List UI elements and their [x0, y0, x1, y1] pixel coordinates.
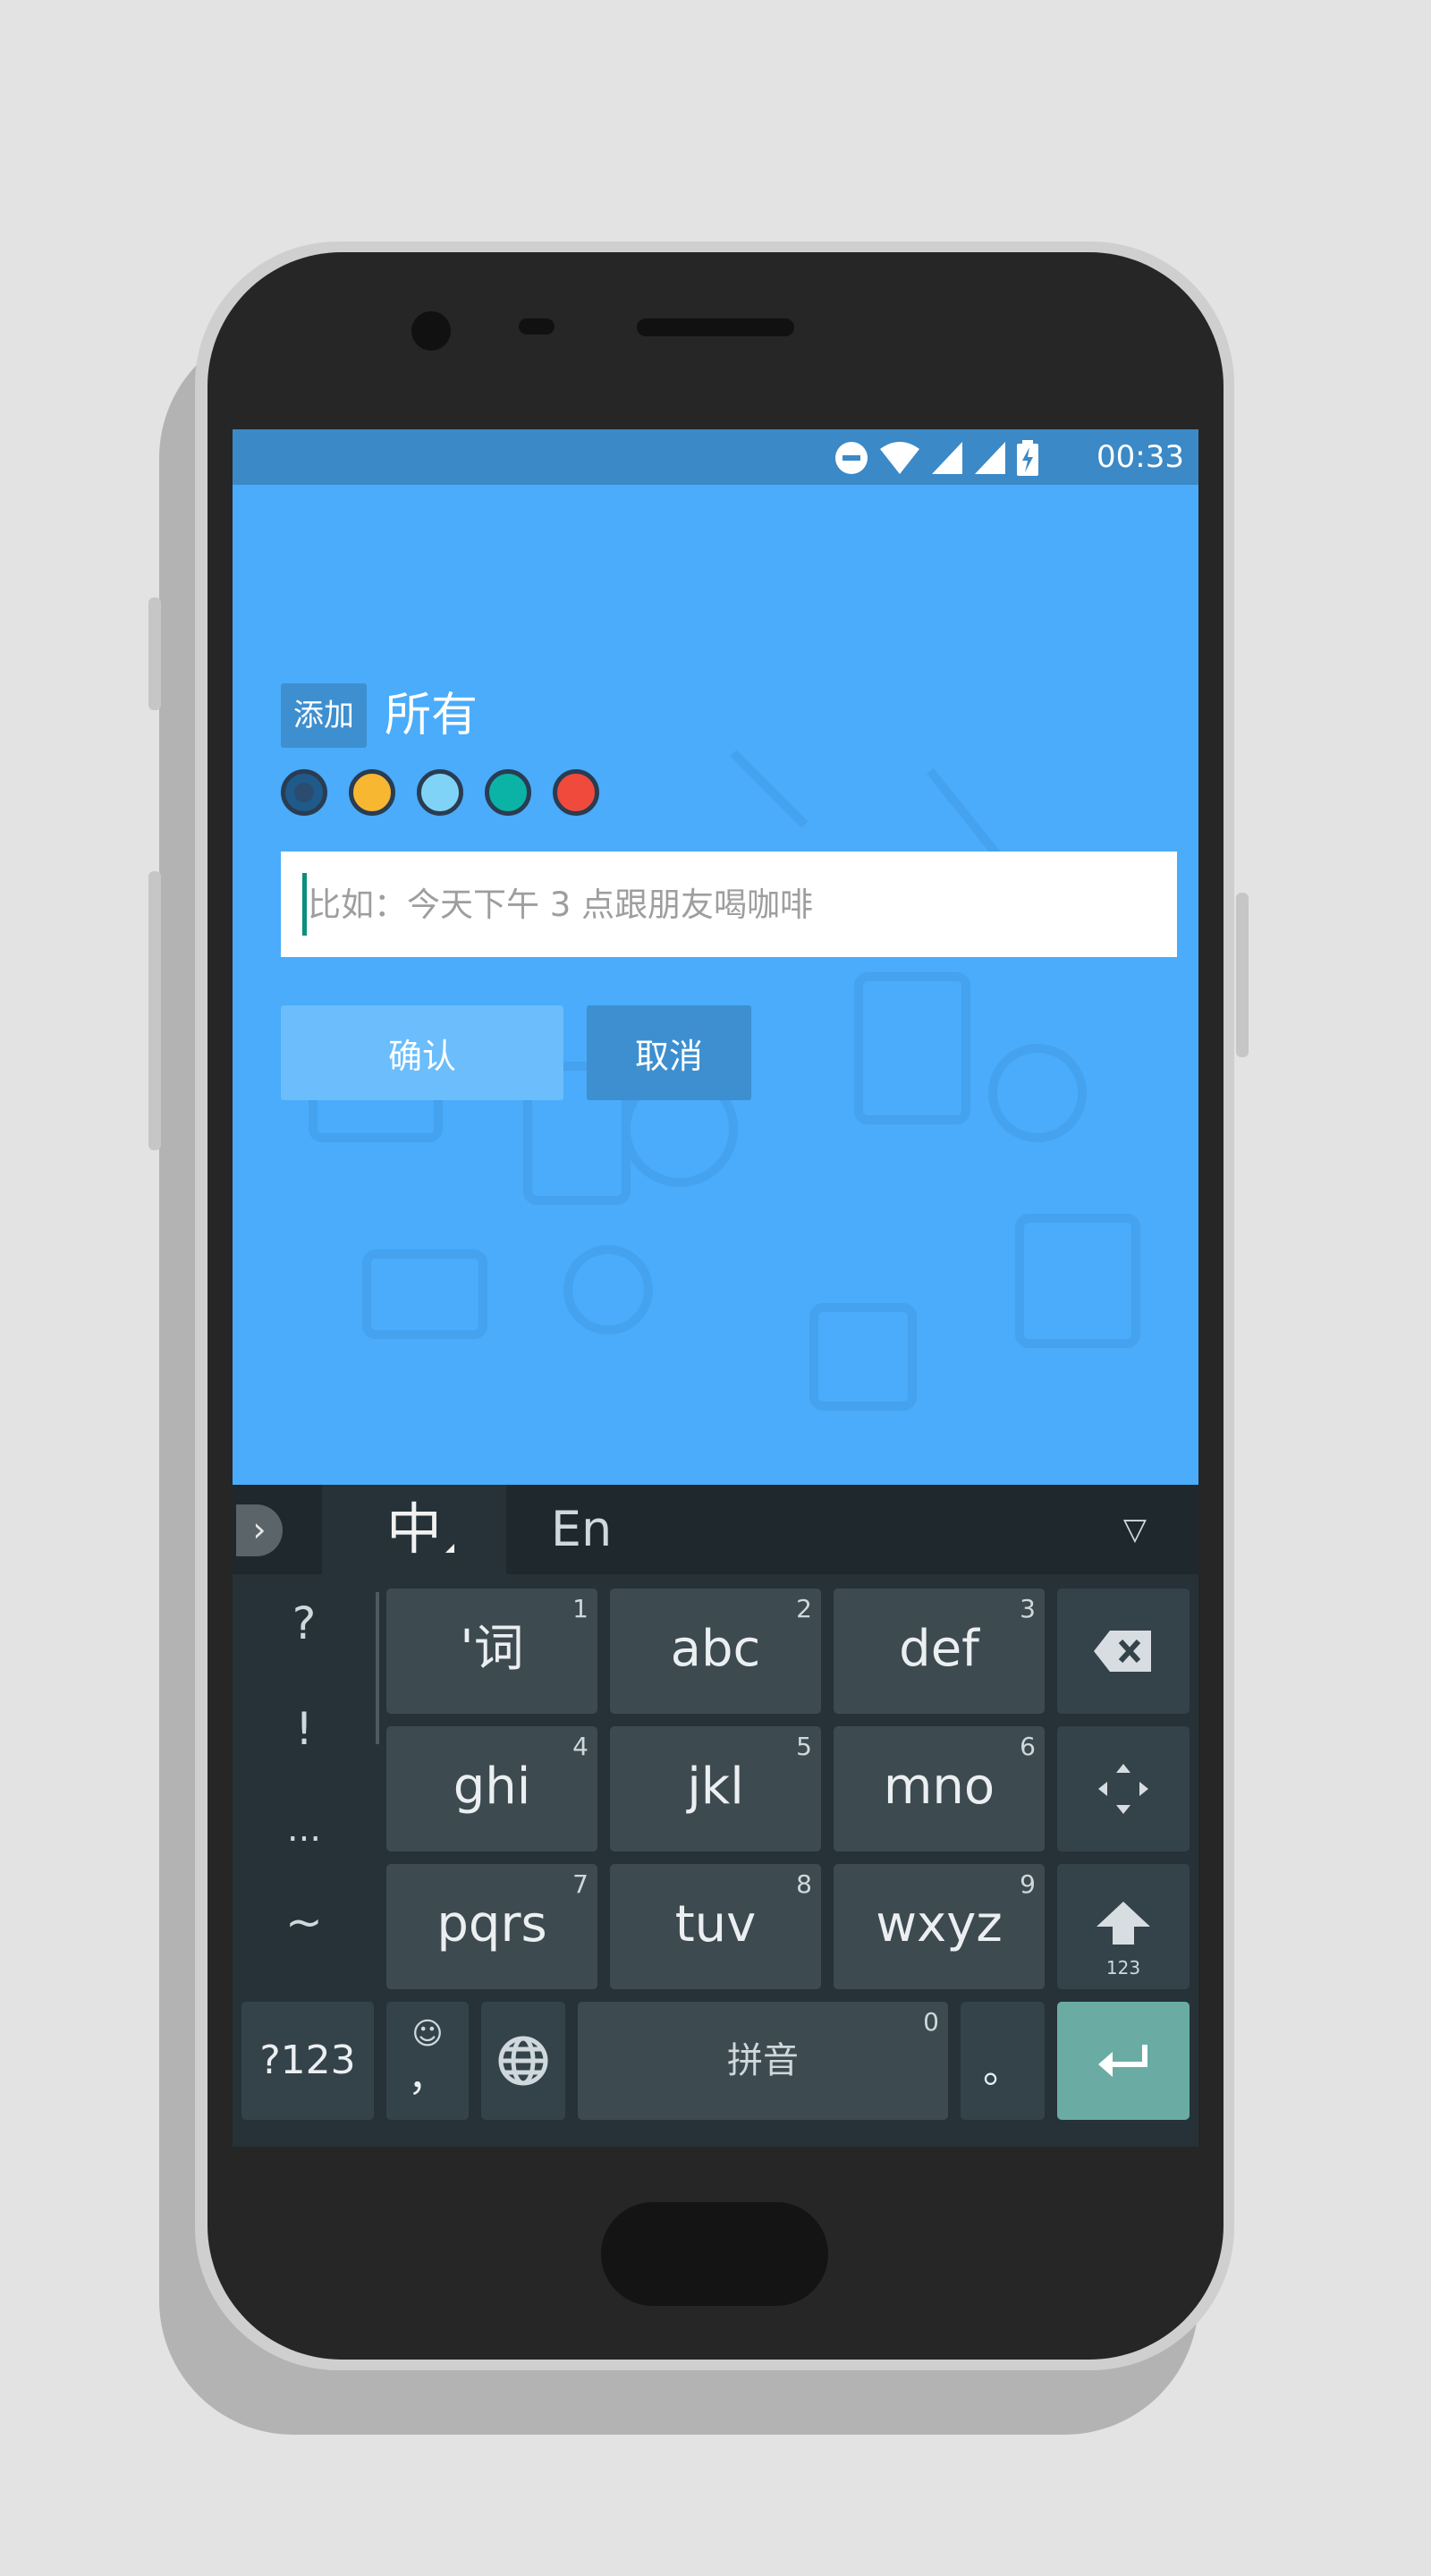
punct-ellipsis[interactable]: ... [233, 1809, 376, 1850]
space-label: 拼音 [727, 2040, 799, 2081]
backspace-icon [1094, 1631, 1151, 1672]
punct-question[interactable]: ? [233, 1597, 376, 1649]
key-number: 4 [572, 1732, 588, 1761]
corner-marker-icon [445, 1544, 454, 1553]
list-title: 所有 [385, 689, 478, 742]
space-number: 0 [923, 2007, 939, 2037]
key-number: 8 [796, 1869, 812, 1899]
globe-key[interactable] [481, 2002, 565, 2120]
text-cursor [302, 873, 307, 936]
cursor-move-key[interactable] [1057, 1726, 1190, 1852]
emoji-icon: ☺ [411, 2016, 444, 2052]
color-swatch-yellow[interactable] [349, 769, 395, 816]
status-icons [834, 440, 1039, 476]
emoji-comma-key[interactable]: ☺ ， [386, 2002, 469, 2120]
key-label: mno [883, 1758, 995, 1816]
battery-charging-icon [1017, 440, 1038, 476]
key-1[interactable]: '词 1 [386, 1589, 597, 1714]
key-label: abc [670, 1620, 761, 1678]
tab-english[interactable]: En [528, 1485, 635, 1574]
key-number: 1 [572, 1594, 588, 1623]
add-tag-label: 添加 [281, 683, 367, 748]
home-button[interactable] [601, 2202, 828, 2306]
globe-icon [498, 2036, 548, 2086]
key-label: wxyz [876, 1895, 1003, 1953]
punctuation-column: ? ! ... ~ [233, 1574, 376, 1995]
task-input[interactable] [281, 852, 1177, 957]
background-pattern [283, 750, 1140, 1411]
color-picker [281, 769, 599, 816]
key-3[interactable]: def 3 [834, 1589, 1045, 1714]
key-label: '词 [460, 1620, 524, 1678]
front-camera [411, 311, 451, 351]
shift-arrow-icon [1097, 1902, 1150, 1945]
cancel-button[interactable]: 取消 [587, 1005, 751, 1100]
tab-chinese-label: 中 [385, 1496, 442, 1562]
numbers-key[interactable]: ?123 [241, 2002, 374, 2120]
key-number: 9 [1020, 1869, 1036, 1899]
key-number: 5 [796, 1732, 812, 1761]
key-label: def [899, 1620, 979, 1678]
key-4[interactable]: ghi 4 [386, 1726, 597, 1852]
period-key[interactable]: 。 [961, 2002, 1045, 2120]
color-swatch-teal[interactable] [485, 769, 531, 816]
key-label: pqrs [436, 1895, 547, 1953]
key-9[interactable]: wxyz 9 [834, 1864, 1045, 1989]
signal-icon [975, 442, 1005, 474]
key-number: 7 [572, 1869, 588, 1899]
volume-button [148, 597, 161, 710]
numbers-key-label: ?123 [259, 2038, 356, 2083]
do-not-disturb-icon [835, 442, 868, 474]
punctuation-scrollbar[interactable] [376, 1592, 379, 1744]
key-number: 2 [796, 1594, 812, 1623]
backspace-key[interactable] [1057, 1589, 1190, 1714]
color-swatch-red[interactable] [553, 769, 599, 816]
shift-key[interactable]: 123 [1057, 1864, 1190, 1989]
key-8[interactable]: tuv 8 [610, 1864, 821, 1989]
tab-chinese[interactable]: 中 [322, 1485, 506, 1574]
screen: 00:33 添加 所有 比如：今天下午 3 点跟朋友喝咖啡 确认 取消 › 中 … [233, 429, 1198, 2147]
status-time: 00:33 [1097, 439, 1184, 475]
punct-tilde[interactable]: ~ [233, 1896, 376, 1948]
key-number: 6 [1020, 1732, 1036, 1761]
color-swatch-light-blue[interactable] [417, 769, 463, 816]
key-number: 3 [1020, 1594, 1036, 1623]
comma-label: ， [408, 2055, 447, 2100]
key-2[interactable]: abc 2 [610, 1589, 821, 1714]
earpiece-speaker [637, 318, 794, 336]
enter-key[interactable] [1057, 2002, 1190, 2120]
key-6[interactable]: mno 6 [834, 1726, 1045, 1852]
keyboard: › 中 En ▽ ? ! ... ~ '词 1 abc 2 def 3 ghi … [233, 1485, 1198, 2147]
proximity-sensor [519, 318, 555, 335]
wifi-icon [880, 442, 919, 474]
enter-arrow-icon [1098, 2045, 1147, 2077]
key-label: ghi [453, 1758, 531, 1816]
key-label: jkl [687, 1758, 744, 1816]
key-7[interactable]: pqrs 7 [386, 1864, 597, 1989]
chevron-right-icon[interactable]: › [236, 1504, 283, 1556]
status-bar: 00:33 [233, 429, 1198, 485]
move-arrows-icon [1098, 1764, 1148, 1814]
space-key[interactable]: 拼音 0 [578, 2002, 948, 2120]
side-key [148, 871, 161, 1150]
key-5[interactable]: jkl 5 [610, 1726, 821, 1852]
keyboard-toolbar: › 中 En ▽ [233, 1485, 1198, 1574]
app-content: 添加 所有 确认 取消 [233, 485, 1198, 1485]
punct-exclamation[interactable]: ! [233, 1703, 376, 1755]
key-label: tuv [674, 1895, 757, 1953]
confirm-button[interactable]: 确认 [281, 1005, 563, 1100]
power-button [1236, 893, 1249, 1057]
period-label: 。 [983, 2046, 1022, 2092]
shift-sub-label: 123 [1105, 1957, 1141, 1979]
signal-icon [932, 442, 962, 474]
collapse-keyboard-icon[interactable]: ▽ [1123, 1512, 1147, 1547]
color-swatch-dark-blue[interactable] [281, 769, 327, 816]
